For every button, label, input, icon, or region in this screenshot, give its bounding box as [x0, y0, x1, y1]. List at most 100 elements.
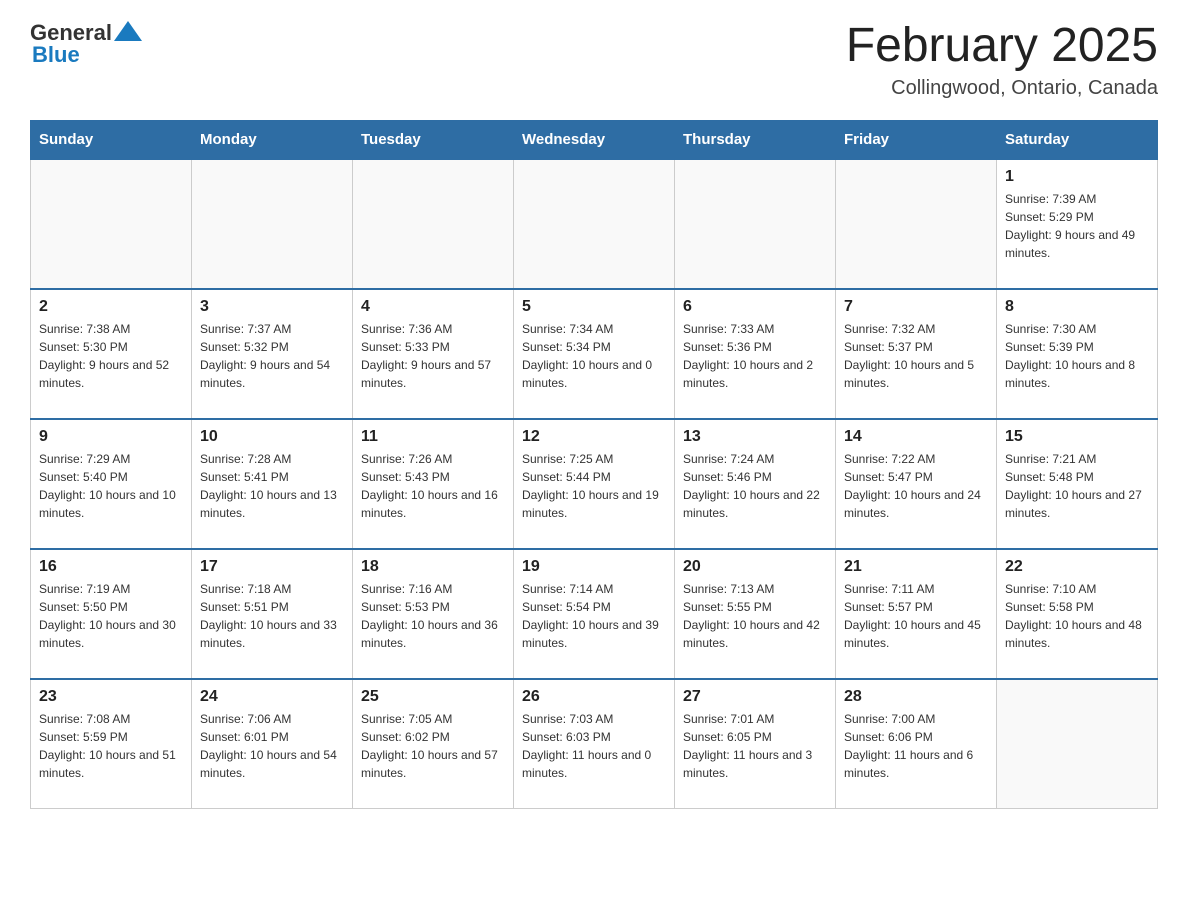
logo-triangle-icon [114, 21, 142, 43]
day-number: 16 [39, 558, 183, 576]
calendar-header: SundayMondayTuesdayWednesdayThursdayFrid… [31, 120, 1158, 159]
calendar-cell: 12 Sunrise: 7:25 AM Sunset: 5:44 PM Dayli… [514, 419, 675, 549]
day-info: Sunrise: 7:34 AM Sunset: 5:34 PM Dayligh… [522, 320, 666, 392]
calendar-week-4: 16 Sunrise: 7:19 AM Sunset: 5:50 PM Dayli… [31, 549, 1158, 679]
day-info: Sunrise: 7:28 AM Sunset: 5:41 PM Dayligh… [200, 450, 344, 522]
day-number: 26 [522, 688, 666, 706]
calendar-cell: 8 Sunrise: 7:30 AM Sunset: 5:39 PM Daylig… [997, 289, 1158, 419]
day-info: Sunrise: 7:26 AM Sunset: 5:43 PM Dayligh… [361, 450, 505, 522]
header-cell-thursday: Thursday [675, 120, 836, 159]
header-cell-saturday: Saturday [997, 120, 1158, 159]
calendar-table: SundayMondayTuesdayWednesdayThursdayFrid… [30, 120, 1158, 810]
day-number: 20 [683, 558, 827, 576]
day-number: 17 [200, 558, 344, 576]
calendar-cell: 1 Sunrise: 7:39 AM Sunset: 5:29 PM Daylig… [997, 159, 1158, 289]
day-info: Sunrise: 7:32 AM Sunset: 5:37 PM Dayligh… [844, 320, 988, 392]
day-info: Sunrise: 7:01 AM Sunset: 6:05 PM Dayligh… [683, 710, 827, 782]
calendar-cell [997, 679, 1158, 809]
day-number: 22 [1005, 558, 1149, 576]
day-number: 13 [683, 428, 827, 446]
calendar-cell: 5 Sunrise: 7:34 AM Sunset: 5:34 PM Daylig… [514, 289, 675, 419]
day-number: 21 [844, 558, 988, 576]
day-number: 19 [522, 558, 666, 576]
day-number: 4 [361, 298, 505, 316]
calendar-cell: 28 Sunrise: 7:00 AM Sunset: 6:06 PM Dayli… [836, 679, 997, 809]
logo-blue-text: Blue [32, 42, 80, 68]
day-number: 7 [844, 298, 988, 316]
calendar-cell: 10 Sunrise: 7:28 AM Sunset: 5:41 PM Dayli… [192, 419, 353, 549]
calendar-cell: 11Sunrise: 7:26 AM Sunset: 5:43 PM Dayli… [353, 419, 514, 549]
day-info: Sunrise: 7:13 AM Sunset: 5:55 PM Dayligh… [683, 580, 827, 652]
calendar-cell: 3 Sunrise: 7:37 AM Sunset: 5:32 PM Daylig… [192, 289, 353, 419]
day-number: 8 [1005, 298, 1149, 316]
month-title: February 2025 [846, 20, 1158, 73]
day-number: 18 [361, 558, 505, 576]
day-number: 23 [39, 688, 183, 706]
day-info: Sunrise: 7:22 AM Sunset: 5:47 PM Dayligh… [844, 450, 988, 522]
header-cell-monday: Monday [192, 120, 353, 159]
day-info: Sunrise: 7:25 AM Sunset: 5:44 PM Dayligh… [522, 450, 666, 522]
day-number: 3 [200, 298, 344, 316]
day-number: 2 [39, 298, 183, 316]
calendar-cell: 7 Sunrise: 7:32 AM Sunset: 5:37 PM Daylig… [836, 289, 997, 419]
day-info: Sunrise: 7:21 AM Sunset: 5:48 PM Dayligh… [1005, 450, 1149, 522]
calendar-cell: 16 Sunrise: 7:19 AM Sunset: 5:50 PM Dayli… [31, 549, 192, 679]
header-cell-friday: Friday [836, 120, 997, 159]
calendar-cell: 6 Sunrise: 7:33 AM Sunset: 5:36 PM Daylig… [675, 289, 836, 419]
day-number: 9 [39, 428, 183, 446]
day-info: Sunrise: 7:06 AM Sunset: 6:01 PM Dayligh… [200, 710, 344, 782]
calendar-cell [353, 159, 514, 289]
calendar-week-2: 2Sunrise: 7:38 AM Sunset: 5:30 PM Daylig… [31, 289, 1158, 419]
day-info: Sunrise: 7:16 AM Sunset: 5:53 PM Dayligh… [361, 580, 505, 652]
calendar-cell: 21 Sunrise: 7:11 AM Sunset: 5:57 PM Dayli… [836, 549, 997, 679]
day-info: Sunrise: 7:30 AM Sunset: 5:39 PM Dayligh… [1005, 320, 1149, 392]
day-info: Sunrise: 7:08 AM Sunset: 5:59 PM Dayligh… [39, 710, 183, 782]
day-number: 28 [844, 688, 988, 706]
day-number: 6 [683, 298, 827, 316]
calendar-cell: 25 Sunrise: 7:05 AM Sunset: 6:02 PM Dayli… [353, 679, 514, 809]
day-number: 24 [200, 688, 344, 706]
day-info: Sunrise: 7:29 AM Sunset: 5:40 PM Dayligh… [39, 450, 183, 522]
day-info: Sunrise: 7:03 AM Sunset: 6:03 PM Dayligh… [522, 710, 666, 782]
logo: General Blue [30, 20, 142, 68]
day-info: Sunrise: 7:19 AM Sunset: 5:50 PM Dayligh… [39, 580, 183, 652]
calendar-week-3: 9 Sunrise: 7:29 AM Sunset: 5:40 PM Daylig… [31, 419, 1158, 549]
day-info: Sunrise: 7:05 AM Sunset: 6:02 PM Dayligh… [361, 710, 505, 782]
calendar-cell [192, 159, 353, 289]
calendar-cell [675, 159, 836, 289]
day-info: Sunrise: 7:18 AM Sunset: 5:51 PM Dayligh… [200, 580, 344, 652]
calendar-cell: 22 Sunrise: 7:10 AM Sunset: 5:58 PM Dayli… [997, 549, 1158, 679]
day-number: 25 [361, 688, 505, 706]
day-number: 1 [1005, 168, 1149, 186]
header-cell-sunday: Sunday [31, 120, 192, 159]
day-info: Sunrise: 7:10 AM Sunset: 5:58 PM Dayligh… [1005, 580, 1149, 652]
calendar-week-5: 23 Sunrise: 7:08 AM Sunset: 5:59 PM Dayli… [31, 679, 1158, 809]
calendar-cell: 20 Sunrise: 7:13 AM Sunset: 5:55 PM Dayli… [675, 549, 836, 679]
day-number: 14 [844, 428, 988, 446]
calendar-week-1: 1 Sunrise: 7:39 AM Sunset: 5:29 PM Daylig… [31, 159, 1158, 289]
header-cell-tuesday: Tuesday [353, 120, 514, 159]
calendar-body: 1 Sunrise: 7:39 AM Sunset: 5:29 PM Daylig… [31, 159, 1158, 809]
calendar-cell: 4Sunrise: 7:36 AM Sunset: 5:33 PM Daylig… [353, 289, 514, 419]
day-info: Sunrise: 7:00 AM Sunset: 6:06 PM Dayligh… [844, 710, 988, 782]
calendar-cell: 13 Sunrise: 7:24 AM Sunset: 5:46 PM Dayli… [675, 419, 836, 549]
calendar-cell [31, 159, 192, 289]
day-info: Sunrise: 7:37 AM Sunset: 5:32 PM Dayligh… [200, 320, 344, 392]
day-number: 15 [1005, 428, 1149, 446]
day-number: 10 [200, 428, 344, 446]
day-number: 27 [683, 688, 827, 706]
day-info: Sunrise: 7:11 AM Sunset: 5:57 PM Dayligh… [844, 580, 988, 652]
calendar-cell: 24 Sunrise: 7:06 AM Sunset: 6:01 PM Dayli… [192, 679, 353, 809]
calendar-cell: 9 Sunrise: 7:29 AM Sunset: 5:40 PM Daylig… [31, 419, 192, 549]
day-info: Sunrise: 7:24 AM Sunset: 5:46 PM Dayligh… [683, 450, 827, 522]
day-info: Sunrise: 7:39 AM Sunset: 5:29 PM Dayligh… [1005, 190, 1149, 262]
calendar-cell [836, 159, 997, 289]
day-number: 12 [522, 428, 666, 446]
title-area: February 2025 Collingwood, Ontario, Cana… [846, 20, 1158, 100]
day-number: 5 [522, 298, 666, 316]
calendar-cell [514, 159, 675, 289]
calendar-cell: 26 Sunrise: 7:03 AM Sunset: 6:03 PM Dayli… [514, 679, 675, 809]
day-info: Sunrise: 7:14 AM Sunset: 5:54 PM Dayligh… [522, 580, 666, 652]
day-info: Sunrise: 7:33 AM Sunset: 5:36 PM Dayligh… [683, 320, 827, 392]
header-row: SundayMondayTuesdayWednesdayThursdayFrid… [31, 120, 1158, 159]
